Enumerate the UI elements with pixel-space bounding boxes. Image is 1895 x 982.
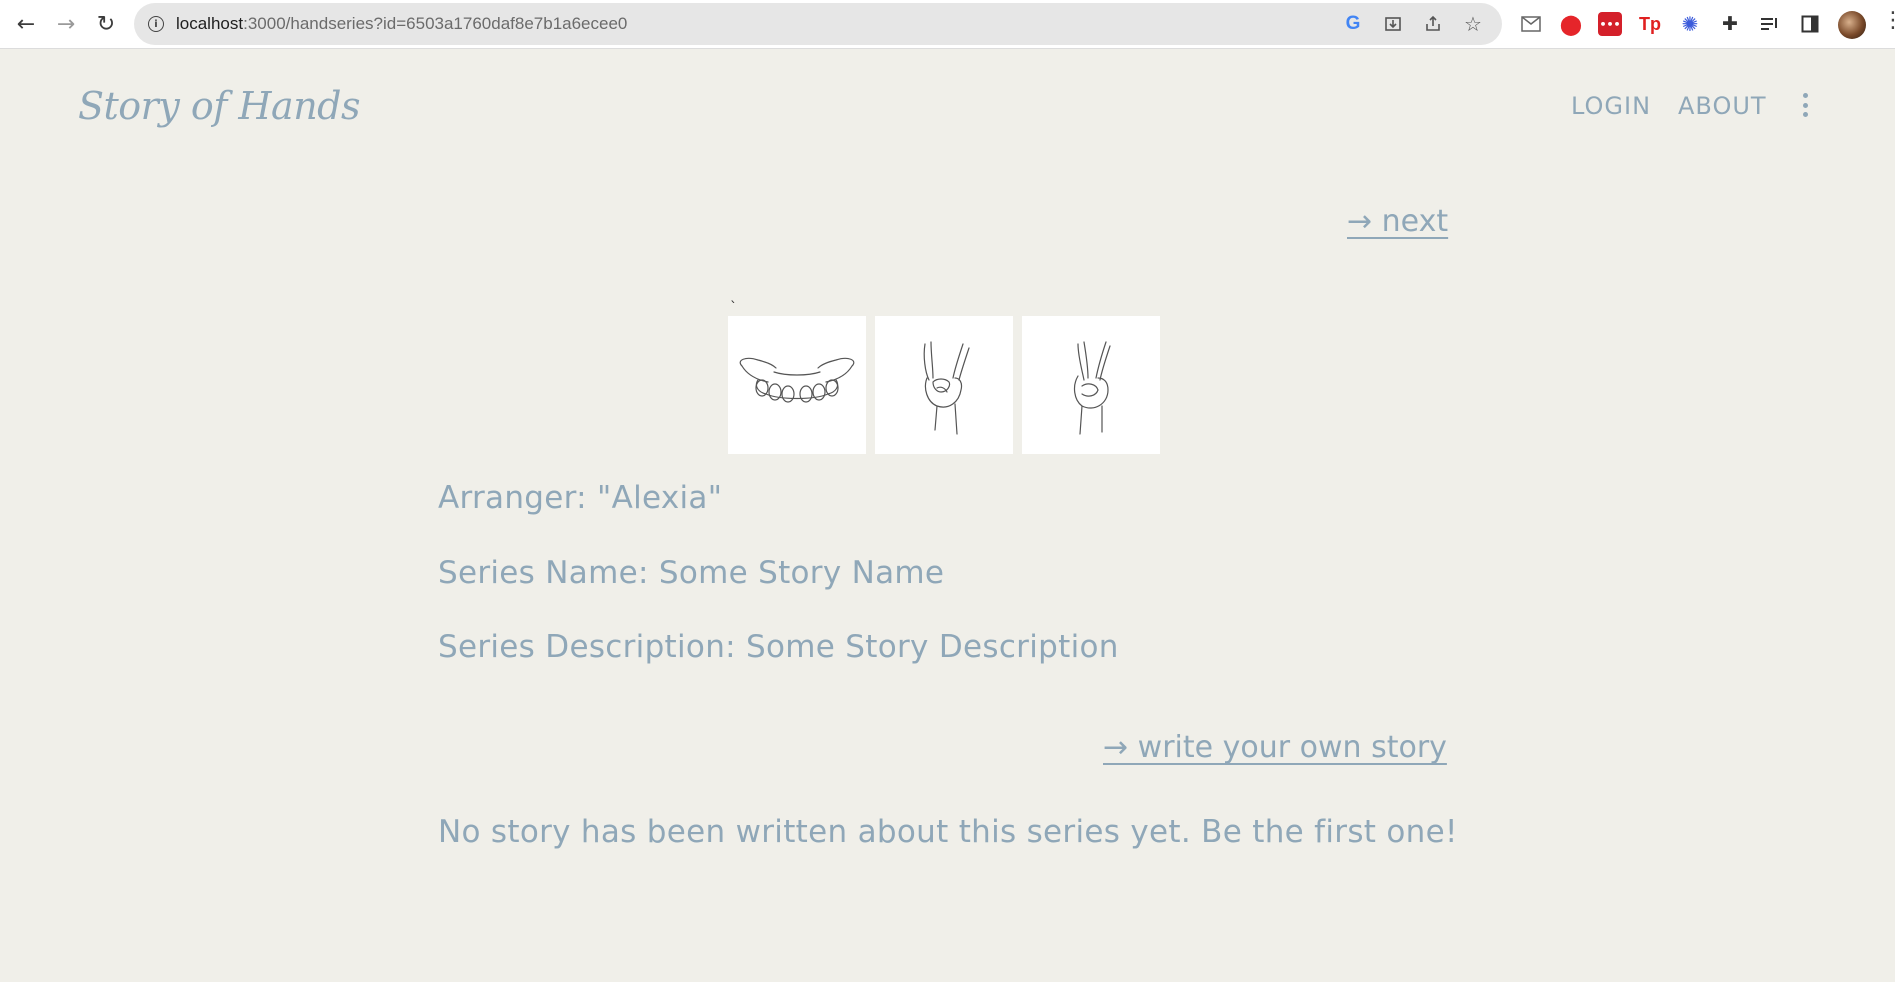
snowflake-extension-icon[interactable]: ✺ xyxy=(1678,12,1702,36)
series-name: Series Name: Some Story Name xyxy=(438,555,945,591)
bookmark-star-icon[interactable]: ☆ xyxy=(1462,12,1484,36)
browser-toolbar: ← → ↻ i localhost:3000/handseries?id=650… xyxy=(0,0,1895,49)
google-lens-icon[interactable]: G xyxy=(1342,13,1364,35)
nav-login-link[interactable]: LOGIN xyxy=(1571,92,1651,120)
puzzle-extensions-icon[interactable]: ✚ xyxy=(1718,12,1742,36)
site-menu-icon[interactable] xyxy=(1800,93,1810,117)
adblock-extension-icon[interactable]: ⬤ xyxy=(1559,12,1583,36)
reload-icon[interactable]: ↻ xyxy=(90,8,122,40)
address-bar[interactable]: i localhost:3000/handseries?id=6503a1760… xyxy=(134,3,1502,45)
series-arranger: Arranger: "Alexia" xyxy=(438,480,723,516)
stray-mark: ` xyxy=(730,300,737,316)
back-icon[interactable]: ← xyxy=(10,8,42,40)
rock-horns-hand-icon xyxy=(875,316,1013,454)
empty-stories-message: No story has been written about this ser… xyxy=(438,814,1458,850)
peace-sign-hand-icon xyxy=(1022,316,1160,454)
password-extension-icon[interactable]: ••• xyxy=(1598,12,1622,36)
series-description: Series Description: Some Story Descripti… xyxy=(438,629,1119,665)
url-text[interactable]: localhost:3000/handseries?id=6503a1760da… xyxy=(176,14,627,34)
nav-about-link[interactable]: ABOUT xyxy=(1678,92,1767,120)
write-story-link[interactable]: → write your own story xyxy=(1103,730,1447,765)
profile-avatar[interactable] xyxy=(1838,11,1866,39)
site-info-icon[interactable]: i xyxy=(148,16,164,32)
site-logo[interactable]: Story of Hands xyxy=(78,84,361,128)
forward-icon[interactable]: → xyxy=(50,8,82,40)
next-series-link[interactable]: → next xyxy=(1347,204,1448,239)
tp-extension-icon[interactable]: Tp xyxy=(1638,12,1662,36)
share-icon[interactable] xyxy=(1422,13,1444,35)
browser-menu-icon[interactable]: ⋮ xyxy=(1882,10,1895,32)
side-panel-icon[interactable] xyxy=(1798,12,1822,36)
mail-extension-icon[interactable] xyxy=(1519,12,1543,36)
install-app-icon[interactable] xyxy=(1382,13,1404,35)
reading-list-icon[interactable] xyxy=(1758,12,1782,36)
open-palms-hands-icon xyxy=(728,316,866,454)
